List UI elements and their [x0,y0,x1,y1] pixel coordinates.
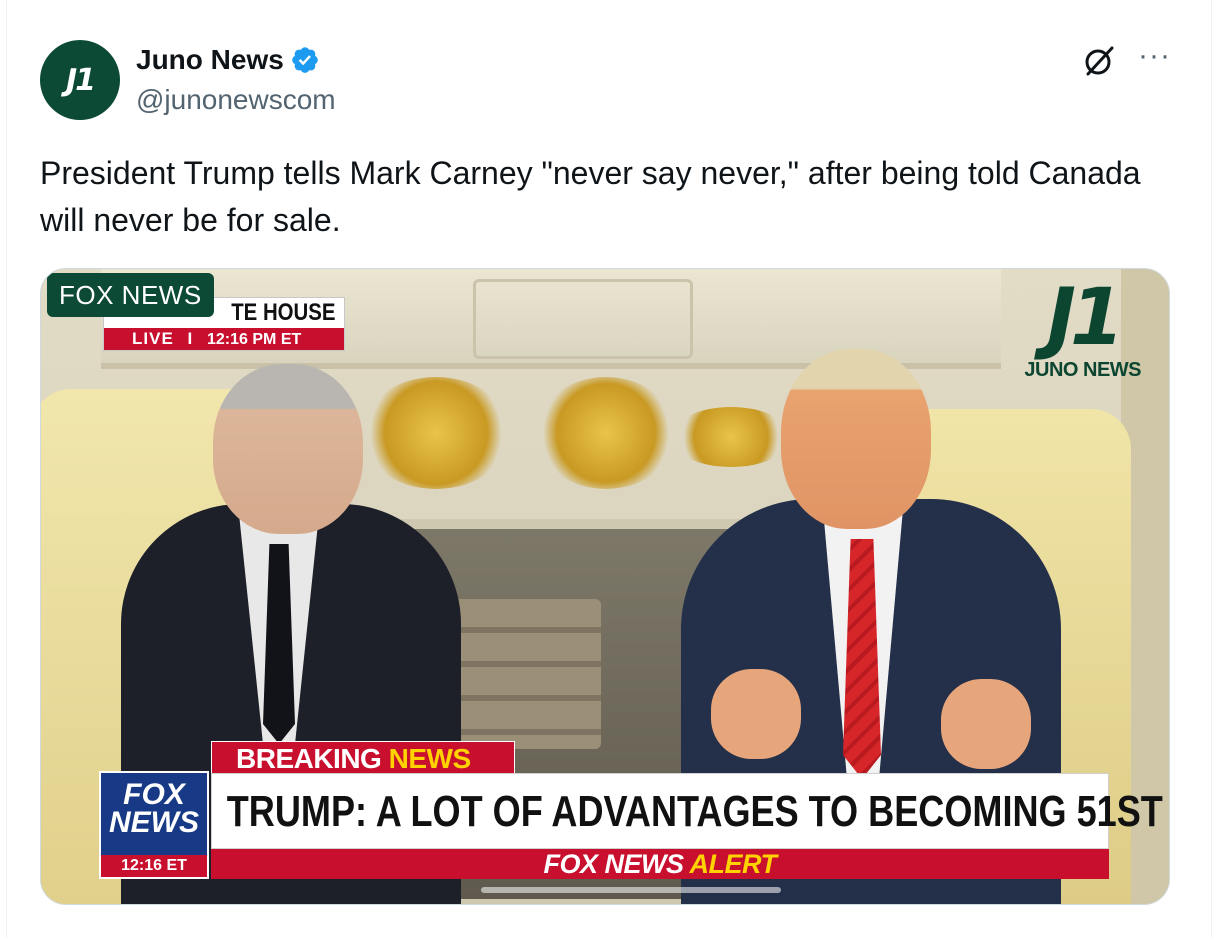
author-avatar[interactable]: J1 [40,40,120,120]
breaking-label: BREAKING [236,743,382,774]
breaking-label-accent: NEWS [388,743,472,774]
alert-bar: FOX NEWS ALERT [211,849,1109,879]
juno-watermark-text: JUNO NEWS [1024,359,1141,381]
headline-text: TRUMP: A LOT OF ADVANTAGES TO BECOMING 5… [226,787,1169,836]
tweet-text: President Trump tells Mark Carney "never… [40,155,1141,238]
verified-badge-icon [292,47,318,73]
author-name-row: Juno News [136,44,320,76]
live-bar: LIVE I 12:16 PM ET [104,328,344,350]
avatar-logo: J1 [65,62,96,98]
fox-logo-text-2: NEWS [109,806,199,839]
grok-icon[interactable] [1082,44,1116,78]
video-progress-bar[interactable] [481,887,781,893]
author-handle[interactable]: @junonewscom [136,84,336,116]
alert-label-accent: ALERT [689,849,778,879]
live-label: LIVE [132,329,174,348]
breaking-news-tag: BREAKING NEWS [211,741,515,775]
network-badge: FOX NEWS [47,273,214,317]
tweet-media-video[interactable]: TE HOUSE LIVE I 12:16 PM ET FOX NEWS J1 … [40,268,1170,905]
author-display-name[interactable]: Juno News [136,44,284,76]
juno-watermark: J1 JUNO NEWS [1024,279,1141,382]
fox-logo-time: 12:16 ET [101,855,207,877]
fox-logo-text-1: FOX [123,778,185,811]
juno-watermark-logo: J1 [1047,273,1124,363]
live-time: 12:16 PM ET [207,331,302,348]
alert-label: FOX NEWS [543,849,684,879]
fox-news-logo: FOX NEWS 12:16 ET [99,771,209,879]
chyron-headline: TRUMP: A LOT OF ADVANTAGES TO BECOMING 5… [211,773,1169,849]
more-icon[interactable]: ··· [1138,41,1171,71]
